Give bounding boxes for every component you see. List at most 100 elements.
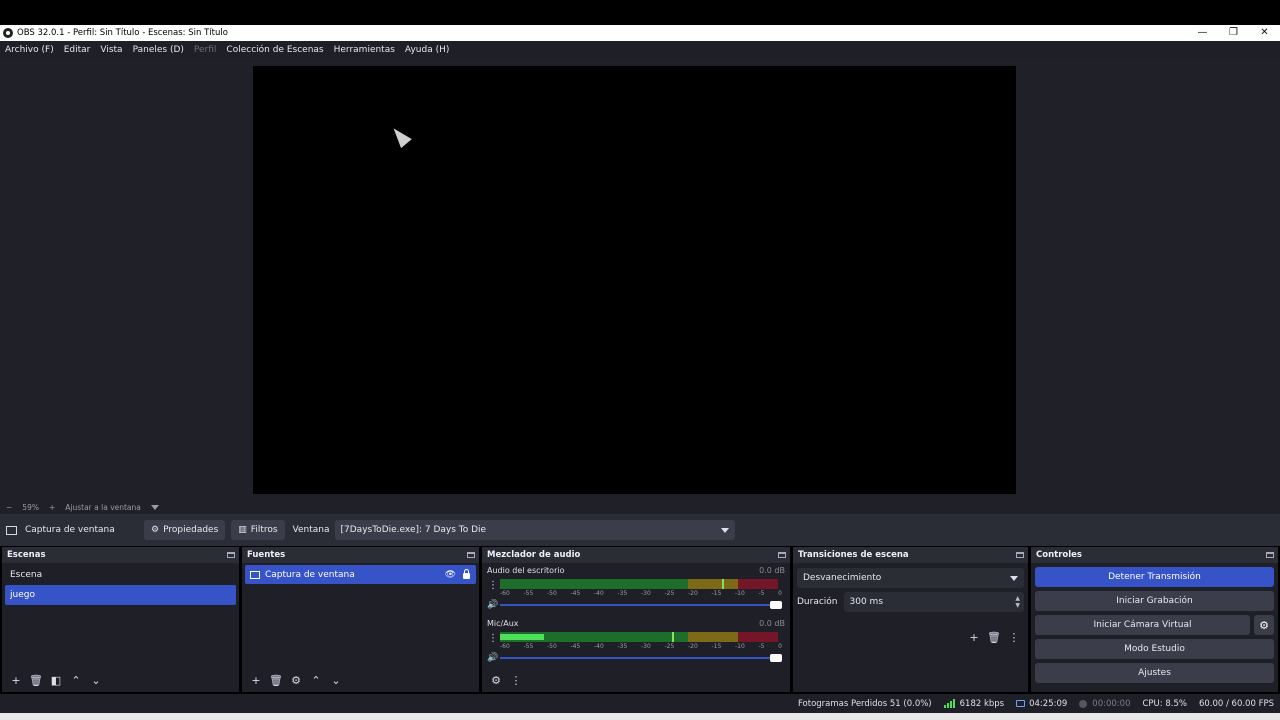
scenes-title: Escenas bbox=[7, 550, 46, 560]
minimize-button[interactable]: — bbox=[1187, 25, 1218, 41]
speaker-icon[interactable]: 🔊 bbox=[487, 600, 498, 610]
menu-paneles[interactable]: Paneles (D) bbox=[133, 45, 184, 55]
volume-slider[interactable] bbox=[500, 654, 782, 662]
start-virtual-camera-button[interactable]: Iniciar Cámara Virtual bbox=[1035, 615, 1250, 635]
meter-tick-label: -10 bbox=[735, 643, 745, 650]
undock-icon[interactable] bbox=[778, 552, 786, 558]
properties-button[interactable]: ⚙ Propiedades bbox=[144, 520, 226, 540]
studio-mode-button[interactable]: Modo Estudio bbox=[1035, 639, 1274, 659]
fit-to-window-label[interactable]: Ajustar a la ventana bbox=[65, 503, 141, 512]
start-recording-button[interactable]: Iniciar Grabación bbox=[1035, 591, 1274, 611]
undock-icon[interactable] bbox=[467, 552, 475, 558]
sources-header: Fuentes bbox=[242, 547, 479, 563]
volume-meter bbox=[500, 579, 778, 589]
trash-icon[interactable]: 🗑 bbox=[984, 631, 1004, 644]
window-title: OBS 32.0.1 - Perfil: Sin Título - Escena… bbox=[17, 28, 228, 38]
filters-button[interactable]: ▥ Filtros bbox=[231, 520, 285, 540]
mouse-cursor-icon bbox=[388, 123, 412, 149]
meter-tick-label: -25 bbox=[664, 590, 675, 597]
scene-item-escena[interactable]: Escena bbox=[5, 565, 236, 585]
add-icon[interactable]: + bbox=[6, 674, 26, 687]
audio-mixer-dock: Mezclador de audio Audio del escritorio … bbox=[482, 547, 790, 692]
move-down-icon[interactable]: ⌄ bbox=[86, 674, 106, 687]
menu-vista[interactable]: Vista bbox=[100, 45, 122, 55]
meter-peak bbox=[722, 579, 725, 589]
slider-thumb[interactable] bbox=[770, 654, 782, 662]
mixer-menu-icon[interactable]: ⋮ bbox=[506, 674, 526, 687]
move-down-icon[interactable]: ⌄ bbox=[326, 674, 346, 687]
scenes-dock: Escenas Escena juego + 🗑 ◧ ⌃ ⌄ bbox=[2, 547, 239, 692]
settings-button[interactable]: Ajustes bbox=[1035, 663, 1274, 683]
bitrate-value: 6182 kbps bbox=[959, 698, 1005, 709]
zoom-dropdown-icon[interactable] bbox=[150, 504, 159, 510]
maximize-button[interactable]: ❐ bbox=[1218, 25, 1249, 41]
gear-icon[interactable]: ⚙ bbox=[1254, 615, 1274, 635]
volume-slider[interactable] bbox=[500, 601, 782, 609]
meter-tick-label: -60 bbox=[500, 590, 510, 597]
menu-perfil[interactable]: Perfil bbox=[194, 45, 217, 55]
volume-meter bbox=[500, 632, 778, 642]
window-select[interactable]: [7DaysToDie.exe]: 7 Days To Die bbox=[334, 520, 735, 540]
meter-tick-label: -15 bbox=[711, 590, 722, 597]
spin-arrows-icon[interactable]: ▲ ▼ bbox=[1015, 595, 1020, 609]
menu-herramientas[interactable]: Herramientas bbox=[334, 45, 395, 55]
selected-source: Captura de ventana bbox=[6, 525, 144, 535]
gear-icon[interactable]: ⚙ bbox=[286, 674, 306, 687]
window-select-value: [7DaysToDie.exe]: 7 Days To Die bbox=[340, 525, 487, 535]
duration-spinbox[interactable]: 300 ms ▲ ▼ bbox=[843, 592, 1024, 612]
meter-peak bbox=[672, 632, 675, 642]
stop-streaming-button[interactable]: Detener Transmisión bbox=[1035, 567, 1274, 587]
menu-archivo[interactable]: Archivo (F) bbox=[5, 45, 54, 55]
move-up-icon[interactable]: ⌃ bbox=[66, 674, 86, 687]
meter-tick-label: -35 bbox=[617, 643, 628, 650]
sources-footer: + 🗑 ⚙ ⌃ ⌄ bbox=[242, 668, 479, 692]
menu-editar[interactable]: Editar bbox=[64, 45, 91, 55]
add-icon[interactable]: + bbox=[964, 631, 984, 644]
slider-thumb[interactable] bbox=[770, 601, 782, 609]
close-button[interactable]: ✕ bbox=[1249, 25, 1280, 41]
meter-tick-label: -55 bbox=[523, 643, 534, 650]
bitrate-indicator: 6182 kbps bbox=[943, 698, 1005, 709]
sources-dock: Fuentes Captura de ventana 👁 + 🗑 ⚙ ⌃ ⌄ bbox=[242, 547, 479, 692]
source-item[interactable]: Captura de ventana 👁 bbox=[245, 565, 476, 584]
lock-icon[interactable] bbox=[463, 569, 470, 579]
speaker-icon[interactable]: 🔊 bbox=[487, 653, 498, 663]
meter-tick-label: -20 bbox=[688, 590, 698, 597]
menu-ayuda[interactable]: Ayuda (H) bbox=[405, 45, 449, 55]
duration-value: 300 ms bbox=[849, 597, 884, 607]
controls-body: Detener Transmisión Iniciar Grabación In… bbox=[1031, 563, 1278, 692]
channel-db: 0.0 dB bbox=[759, 619, 785, 628]
channel-menu-icon[interactable]: ⋮ bbox=[488, 633, 498, 644]
advanced-audio-icon[interactable]: ⚙ bbox=[486, 674, 506, 687]
menu-coleccion-escenas[interactable]: Colección de Escenas bbox=[226, 45, 323, 55]
undock-icon[interactable] bbox=[1266, 552, 1274, 558]
zoom-in-button[interactable]: + bbox=[49, 503, 55, 512]
scene-item-juego[interactable]: juego bbox=[5, 585, 236, 605]
taskbar-edge bbox=[0, 713, 1280, 720]
meter-tick-label: -15 bbox=[711, 643, 722, 650]
undock-icon[interactable] bbox=[1016, 552, 1024, 558]
chevron-down-icon bbox=[1010, 575, 1018, 581]
add-icon[interactable]: + bbox=[246, 674, 266, 687]
menu-icon[interactable]: ⋮ bbox=[1004, 631, 1024, 644]
eye-icon[interactable]: 👁 bbox=[445, 570, 456, 580]
source-toolbar: Captura de ventana ⚙ Propiedades ▥ Filtr… bbox=[0, 514, 1280, 546]
properties-label: Propiedades bbox=[163, 525, 219, 535]
filter-icon[interactable]: ◧ bbox=[46, 674, 66, 687]
transitions-header: Transiciones de escena bbox=[793, 547, 1028, 563]
undock-icon[interactable] bbox=[227, 552, 235, 558]
preview-canvas[interactable] bbox=[253, 66, 1016, 494]
transition-select[interactable]: Desvanecimiento bbox=[797, 568, 1024, 588]
duration-row: Duración 300 ms ▲ ▼ bbox=[797, 592, 1024, 612]
rec-time: 00:00:00 bbox=[1092, 698, 1131, 709]
trash-icon[interactable]: 🗑 bbox=[266, 674, 286, 687]
meter-tick-label: -30 bbox=[641, 590, 651, 597]
move-up-icon[interactable]: ⌃ bbox=[306, 674, 326, 687]
window-capture-icon bbox=[6, 525, 17, 535]
channel-menu-icon[interactable]: ⋮ bbox=[488, 580, 498, 591]
zoom-out-button[interactable]: − bbox=[6, 503, 12, 512]
record-icon bbox=[1079, 699, 1088, 708]
meter-tick-label: -50 bbox=[547, 590, 557, 597]
trash-icon[interactable]: 🗑 bbox=[26, 674, 46, 687]
meter-tick-label: -55 bbox=[523, 590, 534, 597]
